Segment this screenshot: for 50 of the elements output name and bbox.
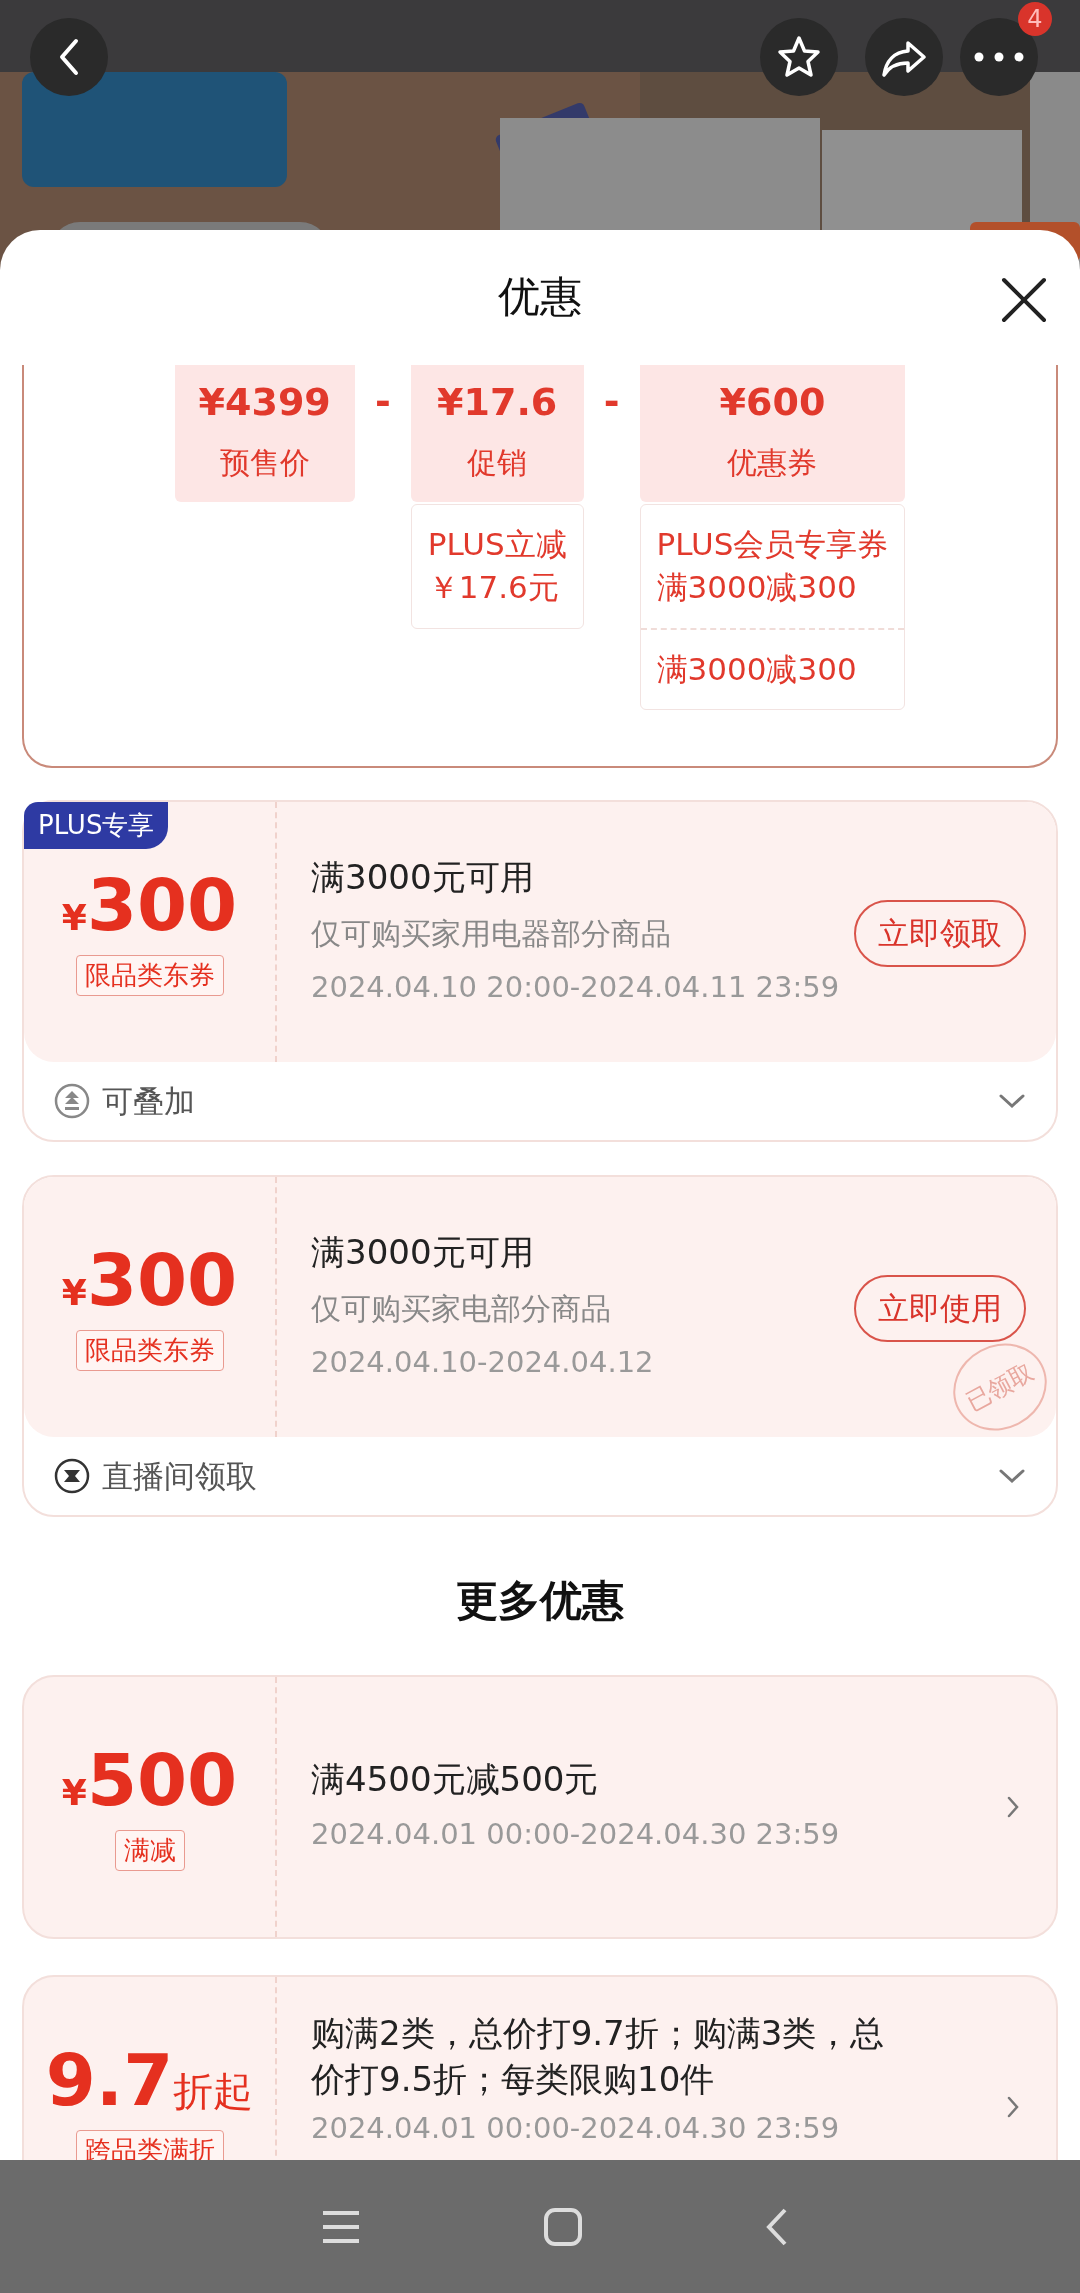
offer-amount: 9.7折起 — [45, 2043, 254, 2116]
price-amount: ¥17.6 — [437, 382, 558, 424]
stack-icon — [54, 1083, 90, 1119]
price-amount: ¥4399 — [198, 382, 331, 424]
coupon-title: 满3000元可用 — [311, 855, 535, 899]
home-icon — [543, 2206, 583, 2247]
offer-validity: 2024.04.01 00:00-2024.04.30 23:59 — [311, 2109, 840, 2147]
more-icon — [974, 52, 1024, 62]
price-amount: ¥600 — [719, 382, 826, 424]
coupon-action-button[interactable]: 立即领取 — [854, 900, 1026, 967]
sheet-title: 优惠 — [498, 272, 582, 323]
home-button[interactable] — [543, 2206, 583, 2247]
chevron-right-icon — [1006, 2095, 1020, 2119]
coupon-amount: ¥300 — [61, 868, 238, 941]
coupon-action-button[interactable]: 立即使用 — [854, 1275, 1026, 1342]
offer-tag: 满减 — [114, 1829, 185, 1871]
coupon-footer-text: 可叠加 — [102, 1081, 195, 1121]
offer-title: 满4500元减500元 — [311, 1758, 600, 1802]
coupon-validity: 2024.04.10-2024.04.12 — [311, 1343, 654, 1381]
coupon-tag: 限品类东券 — [75, 1329, 224, 1371]
chevron-down-icon — [998, 1468, 1026, 1484]
chevron-right-icon — [1006, 1795, 1020, 1819]
back-nav-button[interactable] — [765, 2206, 789, 2247]
offer-validity: 2024.04.01 00:00-2024.04.30 23:59 — [311, 1816, 840, 1854]
coupon-title: 满3000元可用 — [311, 1230, 535, 1274]
discount-detail-text: 满3000减300 — [640, 627, 905, 710]
offer-card[interactable]: ¥500 满减 满4500元减500元 2024.04.01 00:00-2024.04.30 23:59 — [22, 1675, 1058, 1939]
recent-apps-button[interactable] — [321, 2208, 361, 2245]
coupon-description: 仅可购买家电部分商品 — [311, 1289, 611, 1328]
offer-title: 购满2类，总价打9.7折；购满3类，总价打9.5折；每类限购10件 — [311, 2012, 886, 2101]
discount-detail-text: PLUS立减 ￥17.6元 — [426, 525, 568, 608]
coupon-tag: 限品类东券 — [75, 954, 224, 996]
coupon-amount: ¥300 — [61, 1243, 238, 1316]
coupon-description: 仅可购买家用电器部分商品 — [311, 914, 671, 953]
coupon-footer-text: 直播间领取 — [102, 1456, 257, 1496]
price-label: 预售价 — [219, 443, 310, 482]
price-label: 促销 — [467, 443, 528, 482]
star-icon — [775, 34, 823, 80]
live-icon — [54, 1458, 90, 1494]
menu-icon — [321, 2208, 361, 2245]
discount-detail-text: PLUS会员专享券 满3000减300 — [655, 525, 890, 608]
minus-sign: - — [373, 378, 392, 425]
section-heading: 更多优惠 — [455, 1575, 625, 1627]
chevron-down-icon — [998, 1093, 1026, 1109]
plus-badge: PLUS专享 — [24, 802, 169, 849]
minus-sign: - — [602, 378, 621, 425]
back-icon — [765, 2206, 789, 2247]
price-label: 优惠券 — [727, 443, 818, 482]
coupon-validity: 2024.04.10 20:00-2024.04.11 23:59 — [311, 968, 840, 1006]
offer-amount: ¥500 — [61, 1743, 238, 1816]
